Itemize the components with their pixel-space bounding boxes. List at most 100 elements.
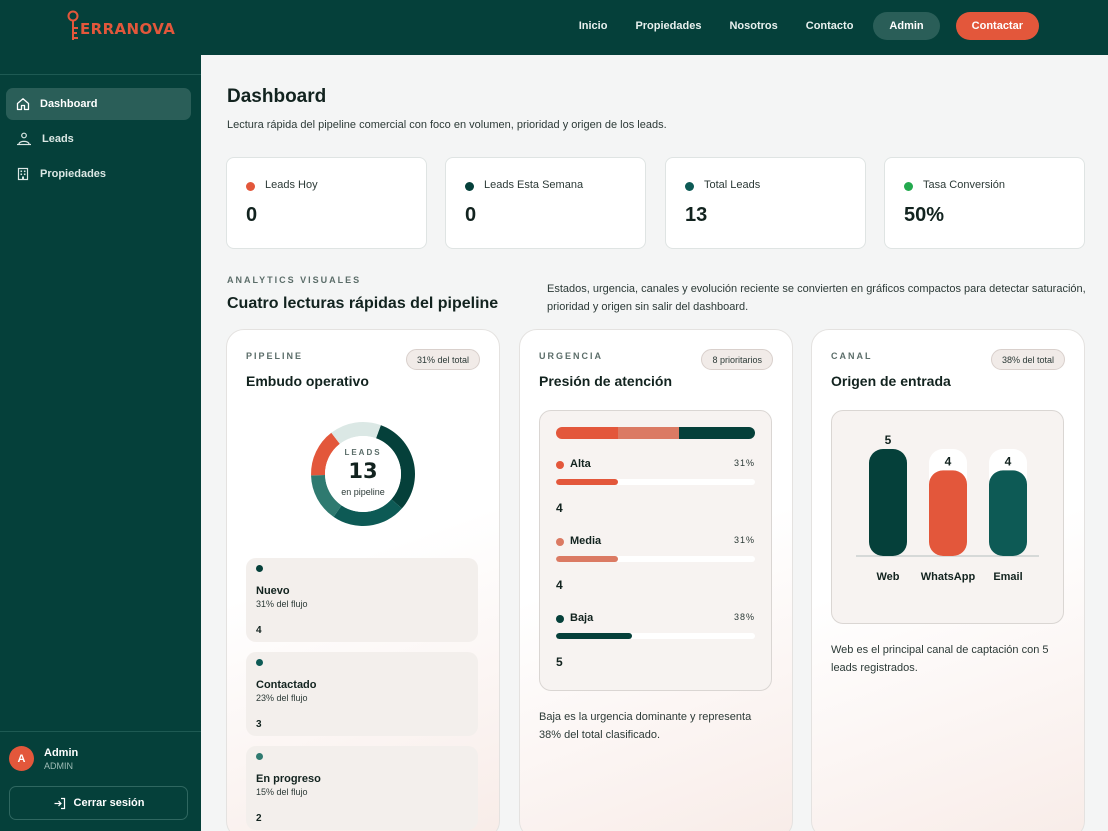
bar-whatsapp[interactable] [929, 470, 967, 556]
urgency-stack-segment [679, 427, 755, 439]
analytics-description: Estados, urgencia, canales y evolución r… [547, 283, 1086, 313]
kpi-value: 50% [904, 204, 945, 226]
urgency-fill [556, 479, 618, 485]
kpi-dot [904, 182, 913, 191]
urgency-track [556, 633, 755, 639]
channel-chart-panel: 5 Web 4 WhatsApp 4 Email [831, 410, 1064, 624]
bar-value-label: 4 [945, 454, 952, 468]
kpi-dot [246, 182, 255, 191]
nav-link-inicio[interactable]: Inicio [579, 20, 608, 32]
user-name: Admin [44, 747, 79, 759]
top-navbar: ERRANOVA Inicio Propiedades Nosotros Con… [0, 0, 1108, 55]
contactar-button[interactable]: Contactar [955, 12, 1039, 40]
sidebar-item-label: Dashboard [40, 98, 98, 110]
nav-link-propiedades[interactable]: Propiedades [635, 20, 701, 32]
urgency-card: URGENCIA Presión de atención 8 prioritar… [519, 329, 793, 831]
analytics-title: Cuatro lecturas rápidas del pipeline [227, 295, 499, 312]
stage-count: 2 [256, 813, 262, 824]
kpi-dot [465, 182, 474, 191]
kpi-value: 13 [685, 204, 708, 226]
page-subtitle: Lectura rápida del pipeline comercial co… [227, 119, 667, 131]
urgency-dot [556, 461, 564, 469]
donut-kicker: LEADS [344, 448, 382, 457]
kpi-card-leads-semana: Leads Esta Semana 0 [445, 157, 646, 249]
urgency-percent: 38% [733, 612, 755, 622]
kpi-value: 0 [465, 204, 477, 226]
home-icon [16, 98, 30, 111]
urgency-dot [556, 538, 564, 546]
logout-button[interactable]: Cerrar sesión [9, 786, 188, 820]
building-icon [17, 167, 29, 181]
main-content: Dashboard Lectura rápida del pipeline co… [201, 55, 1108, 831]
nav-link-nosotros[interactable]: Nosotros [729, 20, 777, 32]
admin-button[interactable]: Admin [873, 12, 940, 40]
bar-value-label: 5 [885, 433, 892, 447]
stage-card-en-progreso[interactable]: En progreso 15% del flujo 2 [246, 746, 478, 830]
stage-dot [256, 753, 263, 760]
sidebar-divider [0, 74, 201, 75]
card-kicker: PIPELINE [246, 351, 304, 361]
urgency-stack-segment [556, 427, 618, 439]
bar-value-label: 4 [1005, 454, 1012, 468]
bar-category-label: WhatsApp [921, 571, 976, 583]
kpi-card-leads-hoy: Leads Hoy 0 [226, 157, 427, 249]
urgency-percent: 31% [733, 535, 755, 545]
stage-dot [256, 659, 263, 666]
urgency-stacked-bar [556, 427, 755, 439]
card-kicker: CANAL [831, 351, 873, 361]
urgency-panel: Alta 31% 4 Media 31% 4 Baja 38% 5 [539, 410, 772, 691]
sidebar-item-dashboard[interactable]: Dashboard [6, 88, 191, 120]
priority-badge: 8 prioritarios [701, 349, 773, 370]
stage-name: Nuevo [256, 585, 290, 597]
urgency-track [556, 479, 755, 485]
stage-dot [256, 565, 263, 572]
pipeline-share-badge: 31% del total [405, 349, 480, 370]
urgency-label: Alta [570, 458, 591, 470]
urgency-stack-segment [617, 427, 680, 439]
channel-note: Web es el principal canal de captación c… [831, 644, 1049, 674]
stage-card-contactado[interactable]: Contactado 23% del flujo 3 [246, 652, 478, 736]
sidebar-item-leads[interactable]: Leads [6, 123, 191, 155]
pipeline-card: PIPELINE Embudo operativo 31% del total … [226, 329, 500, 831]
stage-count: 3 [256, 719, 262, 730]
avatar[interactable]: A [9, 746, 34, 771]
analytics-kicker: ANALYTICS VISUALES [227, 275, 362, 285]
user-role: ADMIN [44, 761, 73, 771]
channel-share-badge: 38% del total [990, 349, 1065, 370]
kpi-card-total-leads: Total Leads 13 [665, 157, 866, 249]
urgency-fill [556, 633, 632, 639]
donut-value: 13 [348, 459, 378, 483]
kpi-value: 0 [246, 204, 258, 226]
urgency-track [556, 556, 755, 562]
stage-name: Contactado [256, 679, 317, 691]
brand-logo[interactable]: ERRANOVA [66, 10, 175, 42]
urgency-label: Baja [570, 612, 594, 624]
stage-count: 4 [256, 625, 262, 636]
sidebar: Dashboard Leads Propiedades A Admin ADMI… [0, 55, 201, 831]
urgency-count: 5 [556, 655, 563, 669]
urgency-percent: 31% [733, 458, 755, 468]
bar-web[interactable] [869, 449, 907, 556]
brand-name: ERRANOVA [80, 20, 176, 38]
bar-category-label: Web [876, 571, 899, 583]
channel-card: CANAL Origen de entrada 38% del total 5 W… [811, 329, 1085, 831]
urgency-count: 4 [556, 578, 563, 592]
sidebar-item-label: Propiedades [40, 168, 107, 180]
nav-link-contacto[interactable]: Contacto [806, 20, 854, 32]
main-nav: Inicio Propiedades Nosotros Contacto Adm… [551, 12, 1039, 40]
kpi-dot [685, 182, 694, 191]
page-title: Dashboard [227, 86, 327, 107]
sidebar-item-label: Leads [42, 133, 74, 145]
card-title: Origen de entrada [831, 373, 951, 389]
stage-name: En progreso [256, 773, 321, 785]
bar-email[interactable] [989, 470, 1027, 556]
urgency-dot [556, 615, 564, 623]
stage-card-nuevo[interactable]: Nuevo 31% del flujo 4 [246, 558, 478, 642]
bar-category-label: Email [993, 571, 1022, 583]
sidebar-footer-divider [0, 731, 201, 732]
key-logo-icon [67, 10, 79, 40]
sidebar-item-propiedades[interactable]: Propiedades [6, 158, 191, 190]
urgency-count: 4 [556, 501, 563, 515]
logout-icon [54, 797, 65, 809]
channel-bar-chart: 5 Web 4 WhatsApp 4 Email [856, 433, 1039, 583]
